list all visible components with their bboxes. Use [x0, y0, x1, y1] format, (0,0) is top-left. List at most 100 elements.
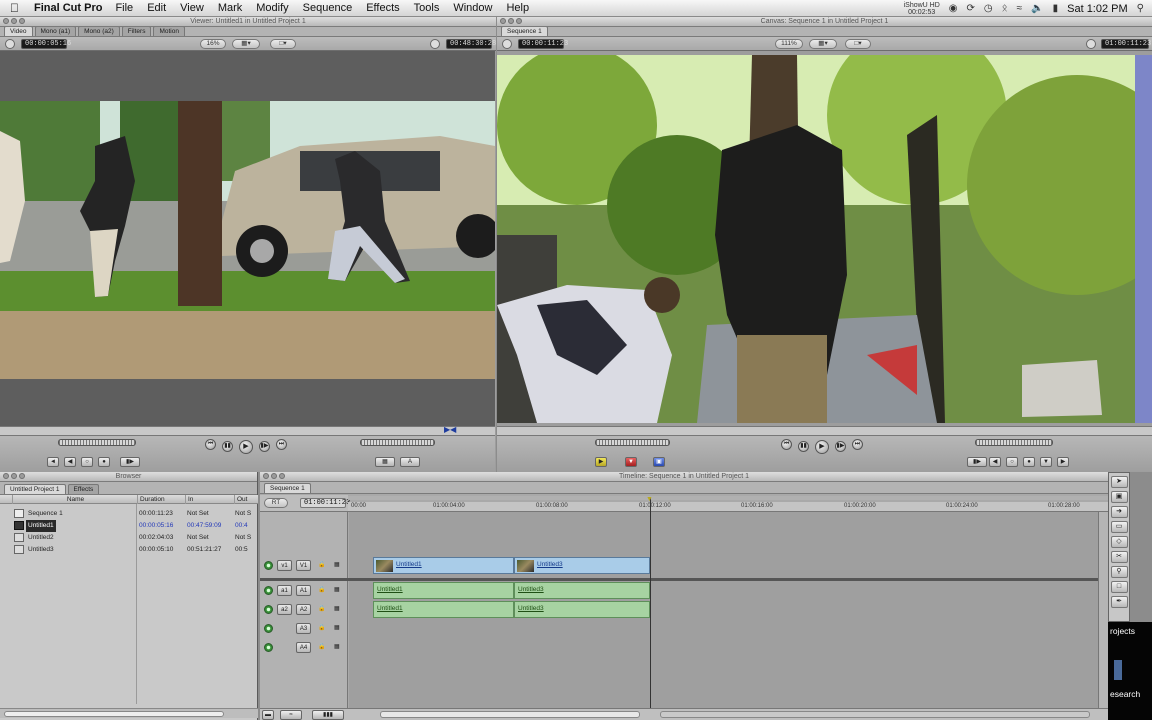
auto-select-icon[interactable]: ▦ [334, 585, 340, 595]
clip-untitled3-audio2[interactable]: Untitled3 [514, 601, 650, 618]
viewer-mark-in-button[interactable]: ○ [81, 457, 93, 467]
tab-sequence-1[interactable]: Sequence 1 [501, 26, 548, 36]
track-select-tool-icon[interactable]: ➜ [1110, 506, 1128, 518]
viewer-shuttle-slider[interactable] [58, 439, 136, 446]
zoom-tool-icon[interactable]: ⚲ [1110, 566, 1128, 578]
canvas-view-popup[interactable]: ▦▾ [809, 39, 837, 49]
zoom-icon[interactable] [19, 18, 25, 24]
timeline-zoom-slider[interactable] [380, 711, 640, 718]
close-icon[interactable] [500, 18, 506, 24]
canvas-mark-clip-button[interactable]: ◀ [989, 457, 1001, 467]
audio-enable-icon[interactable] [264, 643, 273, 652]
tab-motion[interactable]: Motion [153, 26, 185, 36]
canvas-previous-edit-button[interactable]: ⏮ [781, 439, 792, 450]
canvas-shuttle-slider[interactable] [975, 439, 1053, 446]
sync-icon[interactable]: ⟳ [967, 3, 975, 14]
close-icon[interactable] [3, 473, 9, 479]
viewer-match-frame-button[interactable]: ◄ [47, 457, 59, 467]
clip-untitled1-video[interactable]: Untitled1 [373, 557, 514, 574]
razor-tool-icon[interactable]: ✂ [1110, 551, 1128, 563]
viewer-overlay-popup[interactable]: □▾ [270, 39, 296, 49]
menu-view[interactable]: View [173, 2, 211, 14]
minimize-icon[interactable] [508, 18, 514, 24]
column-name[interactable]: Name [12, 495, 136, 504]
slip-tool-icon[interactable]: ◇ [1110, 536, 1128, 548]
canvas-mark-in-button[interactable]: ○ [1006, 457, 1018, 467]
ishowu-status[interactable]: iShowU HD 00:02:53 [904, 2, 940, 16]
canvas-insert-edit-button[interactable]: ▶ [595, 457, 607, 467]
zoom-icon[interactable] [19, 473, 25, 479]
tab-mono-a1[interactable]: Mono (a1) [34, 26, 77, 36]
browser-row-sequence[interactable]: Sequence 1 00:00:11:23 Not Set Not S [0, 508, 258, 520]
viewer-video-frame[interactable] [0, 51, 495, 445]
destination-patch-a2[interactable]: A2 [296, 604, 311, 615]
minimize-icon[interactable] [11, 18, 17, 24]
desktop-label-projects[interactable]: rojects [1110, 626, 1135, 636]
audio-enable-icon[interactable] [264, 624, 273, 633]
canvas-next-marker-button[interactable]: ▶ [1057, 457, 1069, 467]
viewer-generator-button[interactable]: A [400, 457, 420, 467]
tab-effects[interactable]: Effects [67, 484, 100, 494]
canvas-jog-control[interactable] [595, 439, 670, 446]
lock-icon[interactable]: 🔒 [318, 585, 325, 595]
lock-icon[interactable]: 🔒 [318, 604, 325, 614]
minimize-icon[interactable] [271, 473, 277, 479]
volume-icon[interactable]: 🔈 [1031, 3, 1043, 14]
audio-enable-icon[interactable] [264, 586, 273, 595]
time-machine-icon[interactable]: ◷ [984, 3, 993, 14]
duration-dial-icon[interactable] [5, 39, 15, 49]
rt-popup[interactable]: RT [264, 498, 288, 508]
menu-tools[interactable]: Tools [407, 2, 447, 14]
canvas-replace-edit-button[interactable]: ▣ [653, 457, 665, 467]
auto-select-icon[interactable]: ▦ [334, 560, 340, 570]
viewer-play-in-out-button[interactable]: ▮▮ [222, 441, 233, 452]
battery-icon[interactable]: ▮ [1053, 3, 1059, 14]
source-patch-a1[interactable]: a1 [277, 585, 292, 596]
viewer-jog-control[interactable] [360, 439, 435, 446]
viewer-play-button[interactable]: ▶ [239, 440, 253, 454]
viewer-recent-clips-button[interactable]: ▦ [375, 457, 395, 467]
canvas-current-dial-icon[interactable] [1086, 39, 1096, 49]
viewer-play-around-button[interactable]: ▮▶ [259, 441, 270, 452]
playhead[interactable] [650, 498, 651, 708]
viewer-mark-out-button[interactable]: ● [98, 457, 110, 467]
browser-row-untitled3[interactable]: Untitled3 00:00:05:10 00:51:21:27 00:5 [0, 544, 258, 556]
canvas-match-frame-button[interactable]: ▮▶ [967, 457, 987, 467]
track-height-icon[interactable]: ▬ [262, 710, 274, 720]
viewer-in-out-marker-icon[interactable]: ▶◀ [444, 425, 456, 434]
spotlight-icon[interactable]: ⚲ [1137, 3, 1144, 14]
browser-scrollbar[interactable] [0, 708, 258, 718]
current-dial-icon[interactable] [430, 39, 440, 49]
timeline-current-timecode[interactable]: 01:00:11:23 [300, 498, 350, 508]
canvas-current-timecode[interactable]: 01:00:11:23 [1101, 39, 1151, 49]
clip-untitled1-audio1[interactable]: Untitled1 [373, 582, 514, 599]
viewer-add-marker-button[interactable]: ▮▶ [120, 457, 140, 467]
edit-selection-tool-icon[interactable]: ▣ [1110, 491, 1128, 503]
wifi-icon[interactable]: ≈ [1017, 3, 1023, 14]
timeline-ruler[interactable]: 00:00 01:00:04:00 01:00:08:00 01:00:12:0… [348, 502, 1108, 512]
video-audio-divider[interactable] [260, 578, 1108, 581]
canvas-overlay-popup[interactable]: □▾ [845, 39, 871, 49]
zoom-icon[interactable] [279, 473, 285, 479]
viewer-scrubber-bar[interactable] [0, 426, 495, 436]
desktop-label-research[interactable]: esearch [1110, 689, 1140, 699]
canvas-add-marker-button[interactable]: ▼ [1040, 457, 1052, 467]
menu-app-name[interactable]: Final Cut Pro [26, 2, 108, 14]
track-visibility-icon[interactable] [264, 561, 273, 570]
menu-clock[interactable]: Sat 1:02 PM [1067, 3, 1128, 15]
canvas-scrubber-bar[interactable] [497, 426, 1152, 436]
auto-select-icon[interactable]: ▦ [334, 642, 340, 652]
close-icon[interactable] [263, 473, 269, 479]
column-duration[interactable]: Duration [137, 495, 184, 504]
minimize-icon[interactable] [11, 473, 17, 479]
tab-untitled-project[interactable]: Untitled Project 1 [4, 484, 66, 494]
clip-untitled3-audio1[interactable]: Untitled3 [514, 582, 650, 599]
menu-edit[interactable]: Edit [140, 2, 173, 14]
viewer-current-timecode[interactable]: 00:48:30:28 [446, 39, 496, 49]
tab-filters[interactable]: Filters [121, 26, 152, 36]
canvas-play-in-out-button[interactable]: ▮▮ [798, 441, 809, 452]
column-in[interactable]: In [185, 495, 233, 504]
browser-scroll-thumb[interactable] [4, 711, 224, 717]
crop-tool-icon[interactable]: □ [1110, 581, 1128, 593]
viewer-zoom-popup[interactable]: 16% [200, 39, 226, 49]
